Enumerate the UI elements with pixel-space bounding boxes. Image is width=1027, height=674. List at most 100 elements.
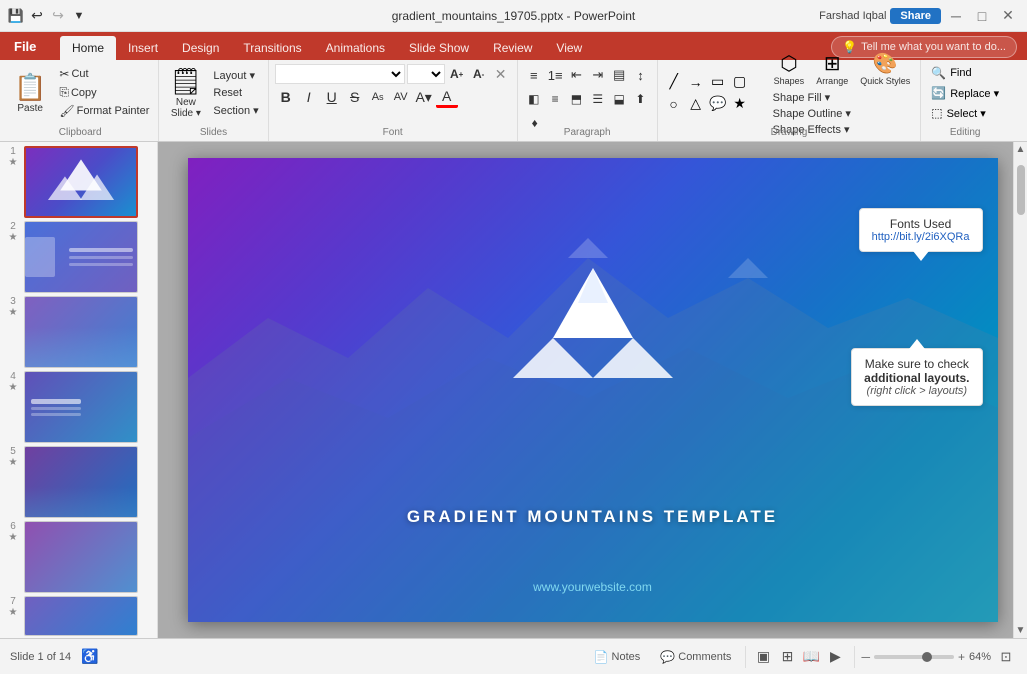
rect-shape[interactable]: ▭ [708,72,728,92]
tab-insert[interactable]: Insert [116,36,170,60]
underline-button[interactable]: U [321,86,343,108]
slide-sorter-button[interactable]: ⊞ [776,646,798,668]
tab-transitions[interactable]: Transitions [231,36,313,60]
tab-file[interactable]: File [0,32,50,60]
triangle-shape[interactable]: △ [686,94,706,114]
slide-thumb-7[interactable]: 7 ★ [4,596,153,636]
zoom-slider[interactable] [874,655,954,659]
paste-button[interactable]: 📋 Paste [8,70,52,116]
drawing-label: Drawing [771,127,808,138]
rounded-rect-shape[interactable]: ▢ [730,72,750,92]
star-shape[interactable]: ★ [730,94,750,114]
slide-thumb-3[interactable]: 3 ★ [4,296,153,368]
clear-format-button[interactable]: ✕ [491,64,511,84]
circle-shape[interactable]: ○ [664,94,684,114]
save-button[interactable]: 💾 [6,6,26,26]
shape-outline-button[interactable]: Shape Outline ▾ [770,106,915,121]
search-icon: 🔍 [931,66,946,80]
format-painter-button[interactable]: 🖌 Format Painter [56,103,152,119]
cut-button[interactable]: ✂ Cut [56,66,152,82]
reset-button[interactable]: Reset [210,86,261,100]
drawing-group: Drawing ╱ → ▭ ▢ ○ △ 💬 ★ ⬡ Shapes ⊞ Arran… [658,60,922,141]
numbering-button[interactable]: 1≡ [545,64,565,86]
arrange-button[interactable]: ⊞ Arrange [812,49,852,88]
zoom-level-label: 64% [969,651,991,663]
redo-button[interactable]: ↪ [48,6,68,26]
undo-button[interactable]: ↩ [27,6,47,26]
shape-fill-button[interactable]: Shape Fill ▾ [770,90,915,105]
font-color-button[interactable]: A [436,86,458,108]
font-family-select[interactable] [275,64,405,84]
quick-styles-button[interactable]: 🎨 Quick Styles [856,49,914,88]
tab-animations[interactable]: Animations [314,36,397,60]
decrease-font-button[interactable]: A- [469,64,489,84]
notes-button[interactable]: 📄 Notes [588,648,647,666]
align-left-button[interactable]: ◧ [524,88,544,110]
scroll-up-button[interactable]: ▲ [1016,144,1026,155]
slide-thumb-5[interactable]: 5 ★ [4,446,153,518]
increase-indent-button[interactable]: ⇥ [588,64,608,86]
char-spacing-button[interactable]: AV [390,86,412,108]
maximize-button[interactable]: □ [971,5,993,27]
increase-font-button[interactable]: A+ [447,64,467,84]
window-title: gradient_mountains_19705.pptx - PowerPoi… [392,9,636,23]
slide-thumb-4[interactable]: 4 ★ [4,371,153,443]
scroll-down-button[interactable]: ▼ [1016,625,1026,636]
tab-home[interactable]: Home [60,36,116,60]
text-columns-button[interactable]: ⬓ [609,88,629,110]
tab-review[interactable]: Review [481,36,544,60]
vertical-scrollbar[interactable]: ▲ ▼ [1013,142,1027,638]
slide-thumb-1[interactable]: 1 ★ [4,146,153,218]
canvas-area[interactable]: GRADIENT MOUNTAINS TEMPLATE www.yourwebs… [158,142,1027,638]
shapes-button[interactable]: ⬡ Shapes [770,49,809,88]
minimize-button[interactable]: ─ [945,5,967,27]
slide-thumb-6[interactable]: 6 ★ [4,521,153,593]
font-size-select[interactable] [407,64,445,84]
find-button[interactable]: 🔍 Find [927,64,1003,82]
text-shadow-button[interactable]: As [367,86,389,108]
slide-thumb-2[interactable]: 2 ★ [4,221,153,293]
clipboard-group: Clipboard 📋 Paste ✂ Cut ⎘ Copy 🖌 Format … [2,60,159,141]
slideshow-view-button[interactable]: ▶ [824,646,846,668]
justify-button[interactable]: ☰ [588,88,608,110]
bold-button[interactable]: B [275,86,297,108]
strikethrough-button[interactable]: S [344,86,366,108]
fit-to-window-button[interactable]: ⊡ [995,646,1017,668]
share-button[interactable]: Share [890,8,941,24]
align-right-button[interactable]: ⬒ [566,88,586,110]
copy-button[interactable]: ⎘ Copy [56,84,152,101]
line-shape[interactable]: ╱ [664,72,684,92]
decrease-indent-button[interactable]: ⇤ [566,64,586,86]
replace-button[interactable]: 🔄 Replace ▾ [927,84,1003,102]
tab-slideshow[interactable]: Slide Show [397,36,481,60]
bullets-button[interactable]: ≡ [524,64,544,86]
slide-title: GRADIENT MOUNTAINS TEMPLATE [407,507,778,527]
comments-button[interactable]: 💬 Comments [654,648,737,666]
callout-shape[interactable]: 💬 [708,94,728,114]
paragraph-group: Paragraph ≡ 1≡ ⇤ ⇥ ▤ ↕ ◧ ≡ ⬒ ☰ ⬓ ⬆ ♦ [518,60,658,141]
scroll-thumb[interactable] [1017,165,1025,215]
customize-qat-button[interactable]: ▼ [69,6,89,26]
normal-view-button[interactable]: ▣ [752,646,774,668]
layout-button[interactable]: Layout ▾ [210,68,261,83]
accessibility-button[interactable]: ♿ [81,648,98,665]
arrow-shape[interactable]: → [686,72,706,92]
text-direction-button[interactable]: ⬆ [630,88,650,110]
zoom-plus-button[interactable]: + [958,650,965,664]
tab-view[interactable]: View [544,36,594,60]
editing-label: Editing [950,127,981,138]
font-size-dropdown-button[interactable]: A▾ [413,86,435,108]
close-button[interactable]: ✕ [997,5,1019,27]
select-button[interactable]: ⬚ Select ▾ [927,104,1003,122]
new-slide-button[interactable]: 🗒 New Slide ▾ [165,64,206,121]
smart-art-button[interactable]: ♦ [524,112,546,134]
align-center-button[interactable]: ≡ [545,88,565,110]
tab-design[interactable]: Design [170,36,231,60]
quick-styles-icon: 🎨 [873,51,898,76]
line-spacing-button[interactable]: ↕ [630,64,650,86]
col-count-button[interactable]: ▤ [609,64,629,86]
reading-view-button[interactable]: 📖 [800,646,822,668]
zoom-minus-button[interactable]: ─ [861,650,870,664]
section-button[interactable]: Section ▾ [210,103,261,118]
italic-button[interactable]: I [298,86,320,108]
